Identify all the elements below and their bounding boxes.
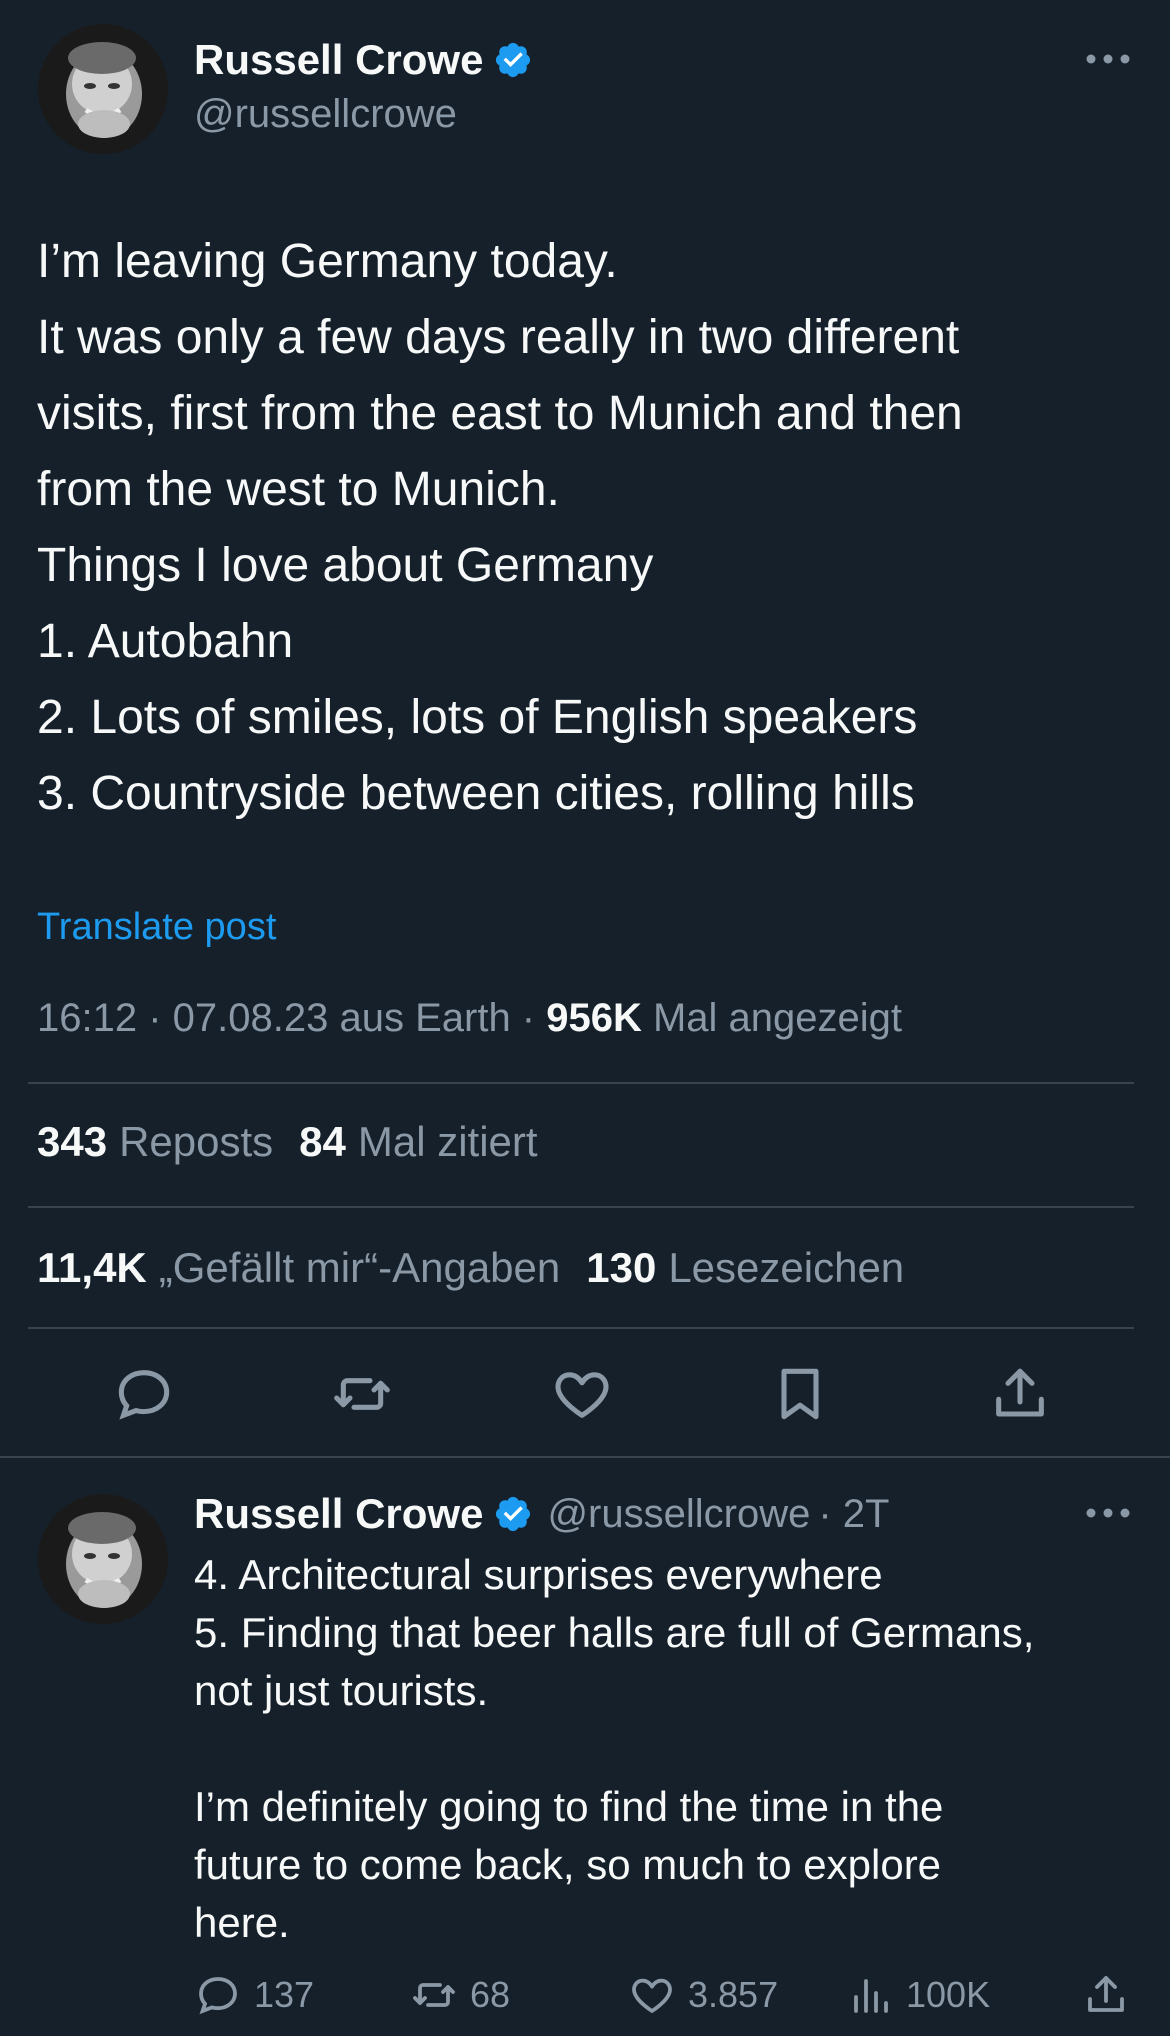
author-name[interactable]: Russell Crowe <box>194 36 483 84</box>
reposts-count: 68 <box>470 1974 511 2015</box>
divider <box>28 1327 1134 1329</box>
author-avatar[interactable] <box>38 24 168 154</box>
avatar-photo <box>38 1494 168 1624</box>
bookmark-icon[interactable] <box>768 1362 832 1426</box>
reply-icon <box>199 1977 237 2015</box>
translate-post-link[interactable]: Translate post <box>37 906 276 949</box>
reply-text-line <box>194 1720 1034 1778</box>
likes-count: 11,4K <box>37 1244 147 1291</box>
reply-repost-button[interactable]: 68 <box>410 1971 510 2019</box>
bookmarks-label: Lesezeichen <box>668 1244 905 1291</box>
like-icon[interactable] <box>550 1362 614 1426</box>
views-label: Mal angezeigt <box>641 996 903 1040</box>
likes-stat[interactable]: 11,4K „Gefällt mir“-Angaben <box>37 1244 560 1292</box>
reposts-label: Reposts <box>119 1118 274 1165</box>
more-options-icon[interactable] <box>1084 1506 1132 1520</box>
author-handle[interactable]: @russellcrowe <box>194 92 457 137</box>
meta-separator: · <box>137 996 173 1040</box>
quotes-stat[interactable]: 84 Mal zitiert <box>299 1118 537 1166</box>
reply-author-handle[interactable]: @russellcrowe <box>547 1492 810 1537</box>
reply-header: Russell Crowe @russellcrowe · 2T <box>194 1490 889 1538</box>
meta-separator: · <box>510 996 547 1040</box>
reply-author-name[interactable]: Russell Crowe <box>194 1490 483 1538</box>
like-bookmark-stats: 11,4K „Gefällt mir“-Angaben 130 Lesezeiche… <box>37 1244 904 1292</box>
post-text-line: 3. Countryside between cities, rolling h… <box>37 767 915 820</box>
bookmarks-count: 130 <box>586 1244 657 1291</box>
reposts-stat[interactable]: 343 Reposts <box>37 1118 273 1166</box>
repost-icon[interactable] <box>330 1362 394 1426</box>
like-icon <box>632 1978 672 2013</box>
views-count: 100K <box>906 1974 991 2015</box>
share-icon[interactable] <box>988 1362 1052 1426</box>
views-chart-icon <box>854 1979 888 2013</box>
bookmarks-stat[interactable]: 130 Lesezeichen <box>586 1244 904 1292</box>
post-time[interactable]: 16:12 <box>37 996 137 1040</box>
divider <box>28 1206 1134 1208</box>
post-meta: 16:12 · 07.08.23 aus Earth · 956K Mal an… <box>37 996 902 1041</box>
verified-badge-icon <box>493 40 533 80</box>
reply-text-line: not just tourists. <box>194 1667 489 1714</box>
reply-author-avatar[interactable] <box>38 1494 168 1624</box>
post-text-line: I’m leaving Germany today. <box>37 235 618 288</box>
reply-like-button[interactable]: 3.857 <box>628 1971 778 2019</box>
avatar-photo <box>38 24 168 154</box>
repost-icon <box>413 1983 455 2007</box>
post-date-source[interactable]: 07.08.23 aus Earth <box>173 996 511 1040</box>
reply-text-line: I’m definitely going to find the time in… <box>194 1783 944 1830</box>
quotes-count: 84 <box>299 1118 346 1165</box>
reply-text-line: future to come back, so much to explore <box>194 1841 942 1888</box>
repost-quote-stats: 343 Reposts 84 Mal zitiert <box>37 1118 538 1166</box>
divider <box>0 1456 1170 1458</box>
verified-badge-icon <box>493 1494 533 1534</box>
share-icon <box>1088 1976 1124 2012</box>
post-text-line: 2. Lots of smiles, lots of English speak… <box>37 691 918 744</box>
more-options-icon[interactable] <box>1084 52 1132 66</box>
reply-text-line: 4. Architectural surprises everywhere <box>194 1551 883 1598</box>
post-text-line: Things I love about Germany <box>37 539 654 592</box>
reply-text-line: here. <box>194 1899 290 1946</box>
reply-replies-button[interactable]: 137 <box>194 1971 314 2019</box>
reply-share-button[interactable] <box>1082 1971 1130 2019</box>
likes-label: „Gefällt mir“-Angaben <box>158 1244 561 1291</box>
divider <box>28 1082 1134 1084</box>
author-name-row[interactable]: Russell Crowe <box>194 36 533 84</box>
reply-views-button[interactable]: 100K <box>846 1971 990 2019</box>
reply-time[interactable]: · 2T <box>818 1492 889 1537</box>
post-text-line: visits, first from the east to Munich an… <box>37 387 963 440</box>
replies-count: 137 <box>254 1974 315 2015</box>
post-text-line: 1. Autobahn <box>37 615 294 668</box>
post-text-line: It was only a few days really in two dif… <box>37 311 960 364</box>
post-text-line: from the west to Munich. <box>37 463 560 516</box>
likes-count: 3.857 <box>688 1974 779 2015</box>
reposts-count: 343 <box>37 1118 108 1165</box>
reply-icon[interactable] <box>112 1362 176 1426</box>
reply-text: 4. Architectural surprises everywhere 5.… <box>194 1546 1034 1952</box>
post-text: I’m leaving Germany today. It was only a… <box>37 224 963 832</box>
reply-text-line: 5. Finding that beer halls are full of G… <box>194 1609 1035 1656</box>
views-count: 956K <box>546 996 642 1040</box>
quotes-label: Mal zitiert <box>357 1118 538 1165</box>
